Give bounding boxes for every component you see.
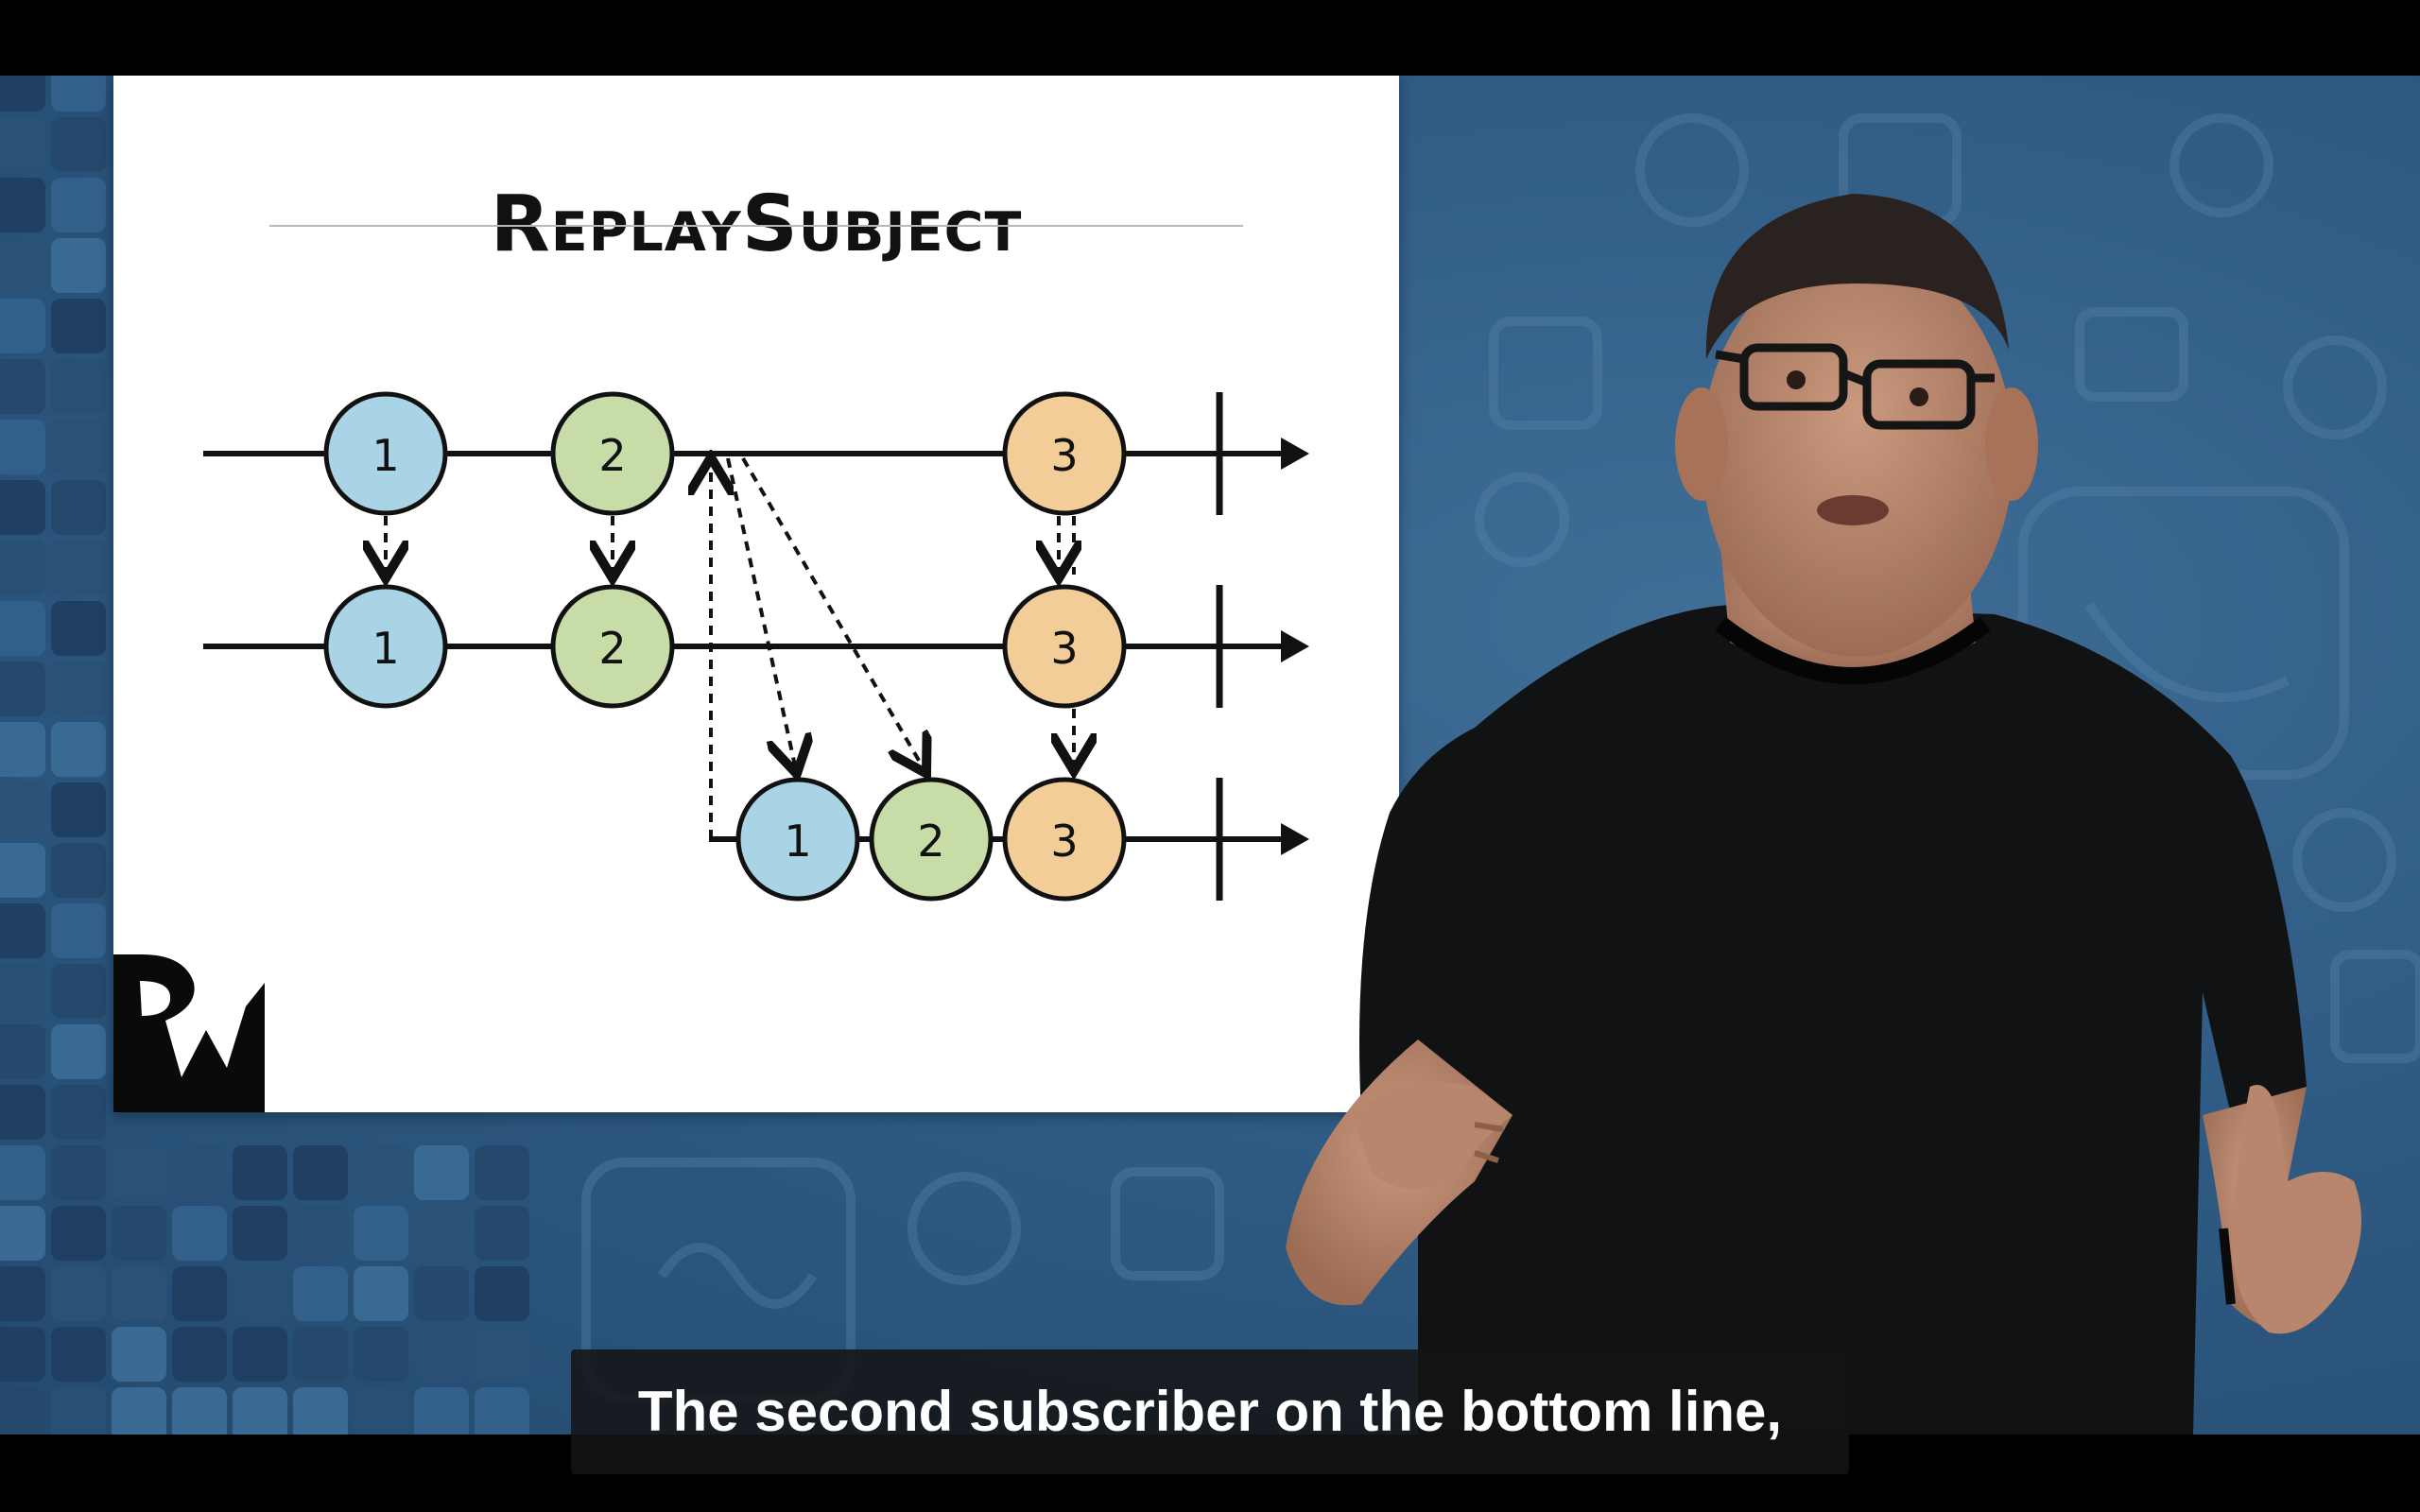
presenter-head: [1702, 250, 2014, 657]
caption-text: The second subscriber on the bottom line…: [637, 1380, 1783, 1443]
presenter-shirt: [1359, 605, 2307, 1435]
subtitle-caption: The second subscriber on the bottom line…: [571, 1349, 1849, 1474]
video-player-frame[interactable]: ReplaySubject 1 2 3 1 2 3 1 2 3 The seco…: [0, 0, 2420, 1512]
presenter-video: [1286, 194, 2361, 1435]
